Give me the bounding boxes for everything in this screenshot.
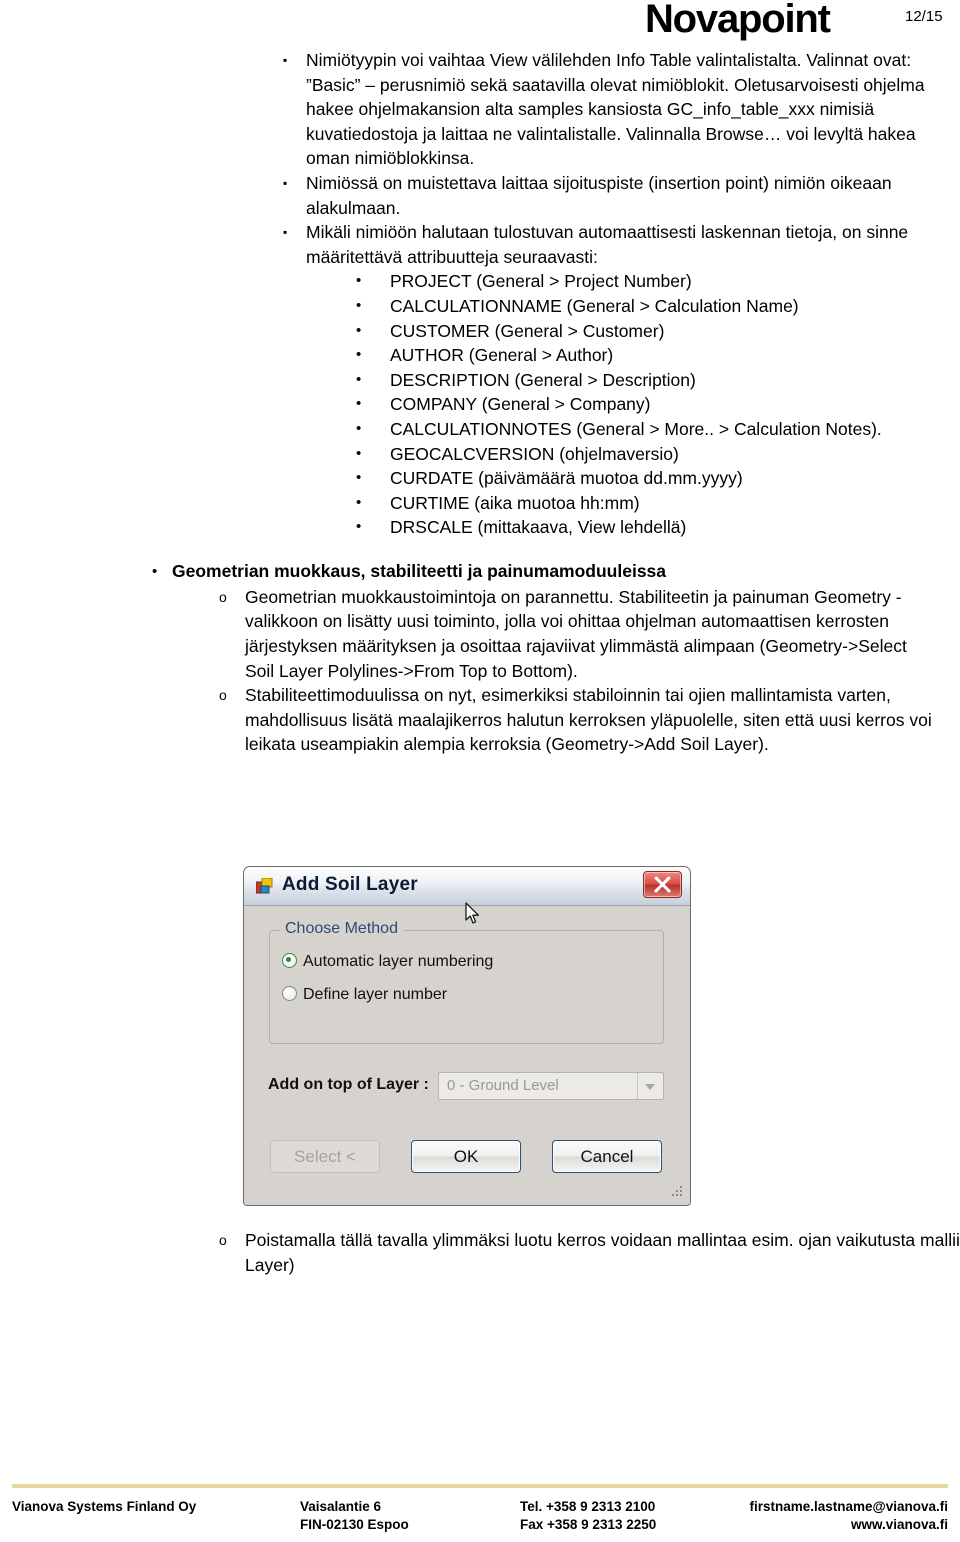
dialog-title: Add Soil Layer (282, 874, 418, 895)
section-paragraph: o Geometrian muokkaustoimintoja on paran… (0, 585, 960, 683)
attribute-text: CURTIME (aika muotoa hh:mm) (390, 492, 640, 513)
round-bullet-icon: • (356, 321, 362, 339)
attribute-item: • COMPANY (General > Company) (0, 392, 960, 417)
mouse-cursor-icon (465, 902, 480, 924)
round-bullet-icon: • (152, 562, 158, 580)
layer-field-label: Add on top of Layer : (268, 1076, 429, 1093)
bullet-item: ▪ Nimiössä on muistettava laittaa sijoit… (0, 171, 960, 220)
footer-address-line2: FIN-02130 Espoo (300, 1517, 409, 1532)
document-content: ▪ Nimiötyypin voi vaihtaa View välilehde… (0, 48, 960, 757)
footer-contact: firstname.lastname@vianova.fi www.vianov… (750, 1498, 949, 1534)
round-bullet-icon: • (356, 444, 362, 462)
page-header: Novapoint 12/15 (0, 0, 960, 44)
attribute-text: PROJECT (General > Project Number) (390, 271, 692, 292)
attribute-item: • PROJECT (General > Project Number) (0, 269, 960, 294)
choose-method-groupbox: Choose Method Automatic layer numbering … (269, 920, 664, 1044)
attribute-item: • CUSTOMER (General > Customer) (0, 319, 960, 344)
attribute-text: DESCRIPTION (General > Description) (390, 369, 696, 390)
circle-bullet-icon: o (219, 1232, 227, 1248)
attribute-item: • DRSCALE (mittakaava, View lehdellä) (0, 515, 960, 540)
radio-selected-icon[interactable] (282, 953, 297, 968)
footer-web: www.vianova.fi (850, 1517, 948, 1532)
attribute-item: • AUTHOR (General > Author) (0, 343, 960, 368)
footer-email: firstname.lastname@vianova.fi (749, 1499, 949, 1514)
dialog-screenshot: Add Soil Layer Choose Method Automatic l… (243, 866, 691, 1206)
page-footer: Vianova Systems Finland Oy Vaisalantie 6… (0, 1498, 960, 1542)
radio-unselected-icon[interactable] (282, 986, 297, 1001)
attribute-text: CALCULATIONNAME (General > Calculation N… (390, 295, 799, 316)
dialog-body: Choose Method Automatic layer numbering … (244, 906, 690, 1205)
attribute-text: COMPANY (General > Company) (390, 394, 651, 415)
paragraph-text: Poistamalla tällä tavalla ylimmäksi luot… (245, 1230, 960, 1275)
novapoint-logo: Novapoint (645, 0, 831, 41)
attribute-item: • CURTIME (aika muotoa hh:mm) (0, 491, 960, 516)
attribute-item: • CALCULATIONNAME (General > Calculation… (0, 294, 960, 319)
square-bullet-icon: ▪ (283, 225, 288, 240)
circle-bullet-icon: o (219, 687, 227, 704)
round-bullet-icon: • (356, 493, 362, 511)
attribute-text: AUTHOR (General > Author) (390, 345, 614, 366)
dialog-buttons: Select < OK Cancel (270, 1140, 668, 1176)
section-heading-text: Geometrian muokkaus, stabiliteetti ja pa… (172, 560, 667, 581)
attribute-item: • GEOCALCVERSION (ohjelmaversio) (0, 442, 960, 467)
section-heading: • Geometrian muokkaus, stabiliteetti ja … (0, 558, 960, 585)
footer-address-line1: Vaisalantie 6 (300, 1499, 382, 1514)
resize-grip[interactable] (670, 1186, 684, 1200)
round-bullet-icon: • (356, 296, 362, 314)
square-bullet-icon: ▪ (283, 53, 288, 67)
round-bullet-icon: • (356, 346, 362, 364)
attribute-item: • CALCULATIONNOTES (General > More.. > C… (0, 417, 960, 442)
footer-address: Vaisalantie 6 FIN-02130 Espoo (300, 1498, 409, 1534)
round-bullet-icon: • (356, 419, 362, 437)
dialog-titlebar[interactable]: Add Soil Layer (244, 867, 690, 906)
attribute-text: GEOCALCVERSION (ohjelmaversio) (390, 443, 679, 464)
add-on-top-of-layer-row: Add on top of Layer : 0 - Ground Level (268, 1072, 664, 1100)
radio-label: Automatic layer numbering (303, 953, 494, 970)
select-button[interactable]: Select < (270, 1140, 380, 1173)
ok-button[interactable]: OK (411, 1140, 521, 1173)
layer-select[interactable]: 0 - Ground Level (438, 1072, 664, 1100)
bullet-text: Nimiötyypin voi vaihtaa View välilehden … (306, 50, 925, 169)
footer-phone: Tel. +358 9 2313 2100 Fax +358 9 2313 22… (520, 1498, 656, 1534)
footer-divider (12, 1484, 948, 1488)
round-bullet-icon: • (356, 518, 362, 536)
footer-tel: Tel. +358 9 2313 2100 (520, 1499, 656, 1514)
bullet-item: ▪ Nimiötyypin voi vaihtaa View välilehde… (0, 48, 960, 171)
footer-fax: Fax +358 9 2313 2250 (520, 1517, 657, 1532)
footer-company-name: Vianova Systems Finland Oy (12, 1499, 197, 1514)
attribute-item: • DESCRIPTION (General > Description) (0, 368, 960, 393)
footer-company: Vianova Systems Finland Oy (12, 1498, 196, 1516)
paragraph-text: Geometrian muokkaustoimintoja on paranne… (245, 586, 907, 681)
page-number: 12/15 (905, 8, 943, 25)
radio-define-layer-number[interactable]: Define layer number (282, 986, 447, 1004)
paragraph-text: Stabiliteettimoduulissa on nyt, esimerki… (245, 685, 932, 755)
attribute-text: CURDATE (päivämäärä muotoa dd.mm.yyyy) (390, 468, 743, 489)
attribute-text: CALCULATIONNOTES (General > More.. > Cal… (390, 418, 882, 439)
cancel-button[interactable]: Cancel (552, 1140, 662, 1173)
round-bullet-icon: • (356, 469, 362, 487)
chevron-down-icon[interactable] (637, 1073, 663, 1099)
round-bullet-icon: • (356, 370, 362, 388)
attribute-text: CUSTOMER (General > Customer) (390, 320, 665, 341)
layer-select-value: 0 - Ground Level (447, 1077, 559, 1094)
square-bullet-icon: ▪ (283, 175, 288, 190)
bullet-text: Mikäli nimiöön halutaan tulostuvan autom… (306, 222, 909, 267)
round-bullet-icon: • (356, 272, 362, 290)
form-window-icon (256, 878, 273, 894)
section-paragraph: o Stabiliteettimoduulissa on nyt, esimer… (0, 683, 960, 757)
radio-label: Define layer number (303, 986, 448, 1003)
attribute-text: DRSCALE (mittakaava, View lehdellä) (390, 517, 687, 538)
bullet-text: Nimiössä on muistettava laittaa sijoitus… (306, 172, 892, 218)
circle-bullet-icon: o (219, 588, 227, 605)
groupbox-label: Choose Method (280, 920, 403, 938)
radio-automatic-layer-numbering[interactable]: Automatic layer numbering (282, 953, 493, 971)
bullet-item: ▪ Mikäli nimiöön halutaan tulostuvan aut… (0, 220, 960, 269)
attribute-item: • CURDATE (päivämäärä muotoa dd.mm.yyyy) (0, 466, 960, 491)
close-icon[interactable] (643, 871, 682, 898)
section-paragraph-closing: o Poistamalla tällä tavalla ylimmäksi lu… (0, 1228, 960, 1277)
round-bullet-icon: • (356, 395, 362, 413)
